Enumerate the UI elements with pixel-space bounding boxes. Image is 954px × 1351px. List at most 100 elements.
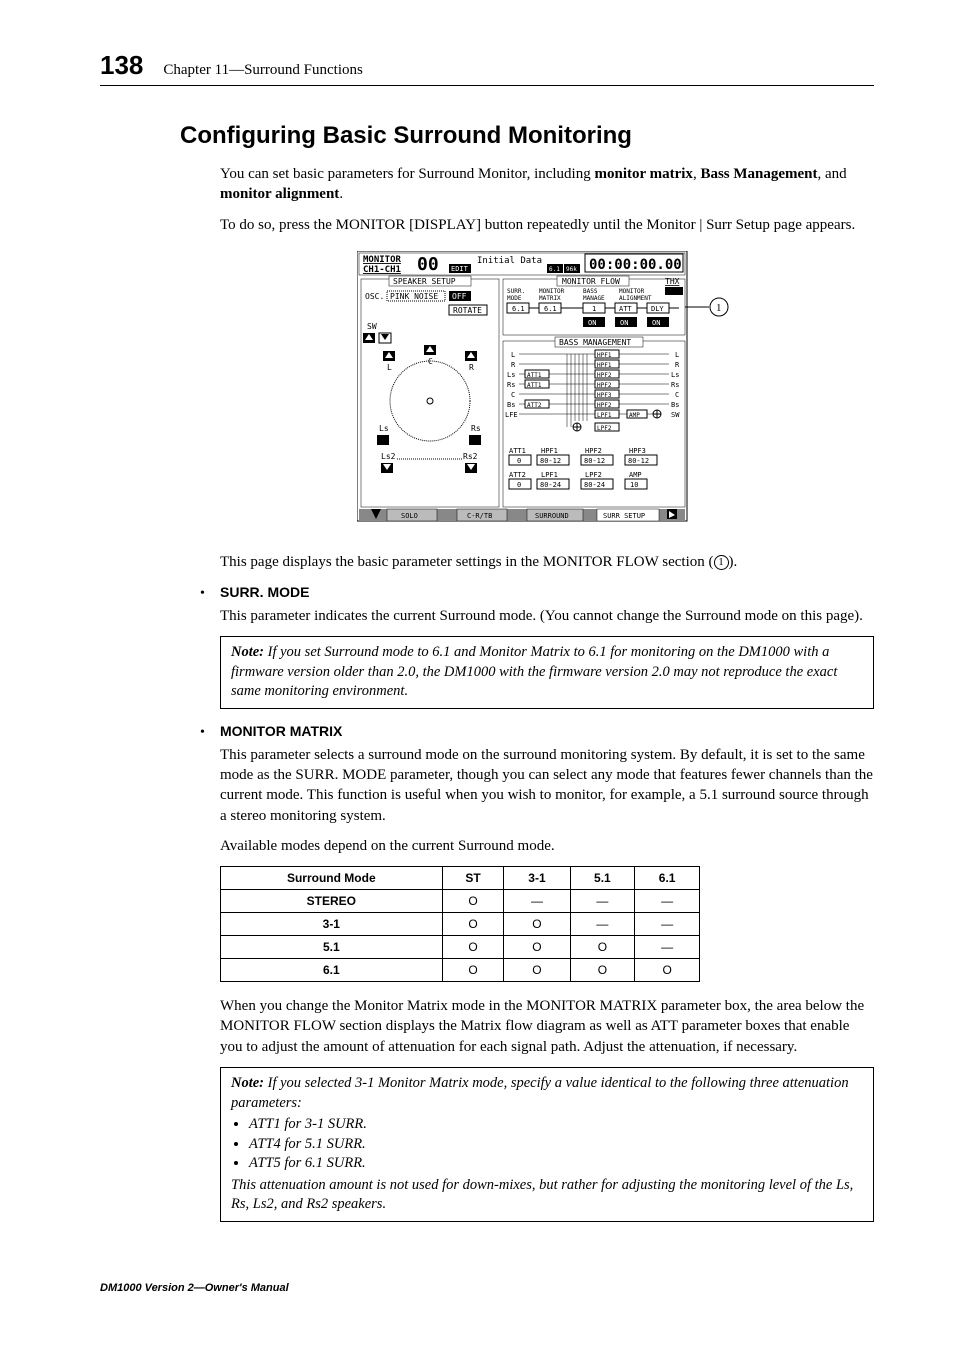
note-label: Note:	[231, 1075, 268, 1091]
svg-text:Rs: Rs	[671, 381, 679, 389]
svg-text:MONITOR: MONITOR	[363, 255, 402, 265]
callout-ref-icon: 1	[714, 555, 729, 570]
svg-text:6.1: 6.1	[512, 305, 525, 313]
table-row-header: 3-1	[221, 913, 443, 936]
svg-text:OFF: OFF	[452, 292, 467, 301]
table-cell: O	[635, 959, 700, 982]
svg-text:Rs2: Rs2	[463, 452, 478, 461]
svg-text:80-24: 80-24	[540, 481, 561, 489]
svg-text:LPF1: LPF1	[541, 471, 558, 479]
table-cell: —	[635, 913, 700, 936]
svg-text:LPF2: LPF2	[585, 471, 602, 479]
table-row-header: 6.1	[221, 959, 443, 982]
svg-text:BASS MANAGEMENT: BASS MANAGEMENT	[559, 338, 631, 347]
svg-text:SOLO: SOLO	[401, 512, 418, 520]
note-text: If you set Surround mode to 6.1 and Moni…	[231, 644, 837, 699]
svg-text:1: 1	[716, 302, 722, 314]
table-header: 3-1	[504, 867, 570, 890]
table-cell: —	[570, 913, 635, 936]
svg-text:ON: ON	[620, 319, 628, 327]
svg-text:Ls: Ls	[671, 371, 679, 379]
table-row-header: 5.1	[221, 936, 443, 959]
svg-text:AMP: AMP	[629, 412, 640, 419]
monitor-matrix-p2: Available modes depend on the current Su…	[220, 836, 874, 856]
svg-text:0: 0	[517, 481, 521, 489]
monitor-matrix-p3: When you change the Monitor Matrix mode …	[220, 996, 874, 1057]
table-row: STEREO O — — —	[221, 890, 700, 913]
table-row-header: STEREO	[221, 890, 443, 913]
svg-text:HPF1: HPF1	[541, 447, 558, 455]
note-trail: This attenuation amount is not used for …	[231, 1177, 853, 1213]
svg-text:0: 0	[517, 457, 521, 465]
svg-text:EDIT: EDIT	[451, 265, 469, 273]
svg-text:ATT1: ATT1	[527, 372, 542, 379]
svg-text:C: C	[675, 391, 679, 399]
svg-text:MATRIX: MATRIX	[539, 295, 561, 302]
svg-text:ON: ON	[652, 319, 660, 327]
table-row: 6.1 O O O O	[221, 959, 700, 982]
svg-text:80-12: 80-12	[540, 457, 561, 465]
svg-text:1: 1	[592, 305, 596, 313]
svg-text:LPF2: LPF2	[597, 425, 612, 432]
svg-text:OSC.: OSC.	[365, 292, 384, 301]
table-cell: O	[570, 959, 635, 982]
svg-text:Rs: Rs	[507, 381, 515, 389]
svg-text:L: L	[387, 363, 392, 372]
svg-text:L: L	[675, 351, 679, 359]
table-header: 6.1	[635, 867, 700, 890]
svg-text:Ls: Ls	[507, 371, 515, 379]
table-row: 3-1 O O — —	[221, 913, 700, 936]
svg-text:HPF2: HPF2	[597, 382, 612, 389]
page-footer: DM1000 Version 2—Owner's Manual	[100, 1282, 874, 1294]
bullet-monitor-matrix: • MONITOR MATRIX	[200, 723, 874, 741]
text-fragment: , and	[818, 166, 847, 182]
page-header: 138 Chapter 11—Surround Functions	[100, 50, 874, 86]
svg-text:BASS: BASS	[583, 288, 598, 295]
svg-text:LPF1: LPF1	[597, 412, 612, 419]
svg-text:Ls2: Ls2	[381, 452, 396, 461]
table-cell: O	[442, 936, 504, 959]
svg-text:THX: THX	[665, 277, 680, 286]
table-header: ST	[442, 867, 504, 890]
page-number: 138	[100, 50, 143, 81]
bullet-title: SURR. MODE	[220, 584, 309, 600]
table-cell: O	[442, 890, 504, 913]
bullet-icon: •	[200, 586, 220, 602]
note-lead: If you selected 3-1 Monitor Matrix mode,…	[231, 1075, 849, 1111]
svg-text:80-12: 80-12	[628, 457, 649, 465]
svg-text:HPF3: HPF3	[629, 447, 646, 455]
text-fragment: .	[339, 186, 343, 202]
table-cell: —	[570, 890, 635, 913]
table-cell: O	[570, 936, 635, 959]
table-cell: O	[504, 936, 570, 959]
svg-text:MONITOR FLOW: MONITOR FLOW	[562, 277, 620, 286]
surr-mode-paragraph: This parameter indicates the current Sur…	[220, 606, 874, 626]
note-box-matrix: Note: If you selected 3-1 Monitor Matrix…	[220, 1067, 874, 1222]
svg-text:MANAGE: MANAGE	[583, 295, 605, 302]
after-figure-paragraph: This page displays the basic parameter s…	[220, 552, 874, 572]
svg-text:HPF3: HPF3	[597, 392, 612, 399]
svg-text:00: 00	[417, 254, 439, 275]
table-cell: O	[504, 959, 570, 982]
svg-text:SURR.: SURR.	[507, 288, 525, 295]
svg-text:ATT1: ATT1	[527, 382, 542, 389]
table-header-row: Surround Mode ST 3-1 5.1 6.1	[221, 867, 700, 890]
svg-text:Bs: Bs	[671, 401, 679, 409]
bold-term: Bass Management	[700, 166, 817, 182]
text-fragment: You can set basic parameters for Surroun…	[220, 166, 594, 182]
svg-text:10: 10	[630, 481, 638, 489]
table-row: 5.1 O O O —	[221, 936, 700, 959]
svg-text:ATT2: ATT2	[527, 402, 542, 409]
monitor-screenshot-svg: MONITOR CH1-CH1 00 EDIT Initial Data 6.1…	[357, 251, 737, 531]
table-cell: —	[635, 936, 700, 959]
svg-text:ON: ON	[588, 319, 596, 327]
note-box-surr-mode: Note: If you set Surround mode to 6.1 an…	[220, 636, 874, 709]
svg-text:CH1-CH1: CH1-CH1	[363, 265, 401, 275]
svg-text:HPF2: HPF2	[585, 447, 602, 455]
svg-text:SURR SETUP: SURR SETUP	[603, 512, 645, 520]
bullet-surr-mode: • SURR. MODE	[200, 584, 874, 602]
text-fragment: ).	[729, 554, 738, 570]
svg-text:LFE: LFE	[505, 411, 518, 419]
intro-paragraph-2: To do so, press the MONITOR [DISPLAY] bu…	[220, 215, 874, 235]
table-cell: —	[635, 890, 700, 913]
